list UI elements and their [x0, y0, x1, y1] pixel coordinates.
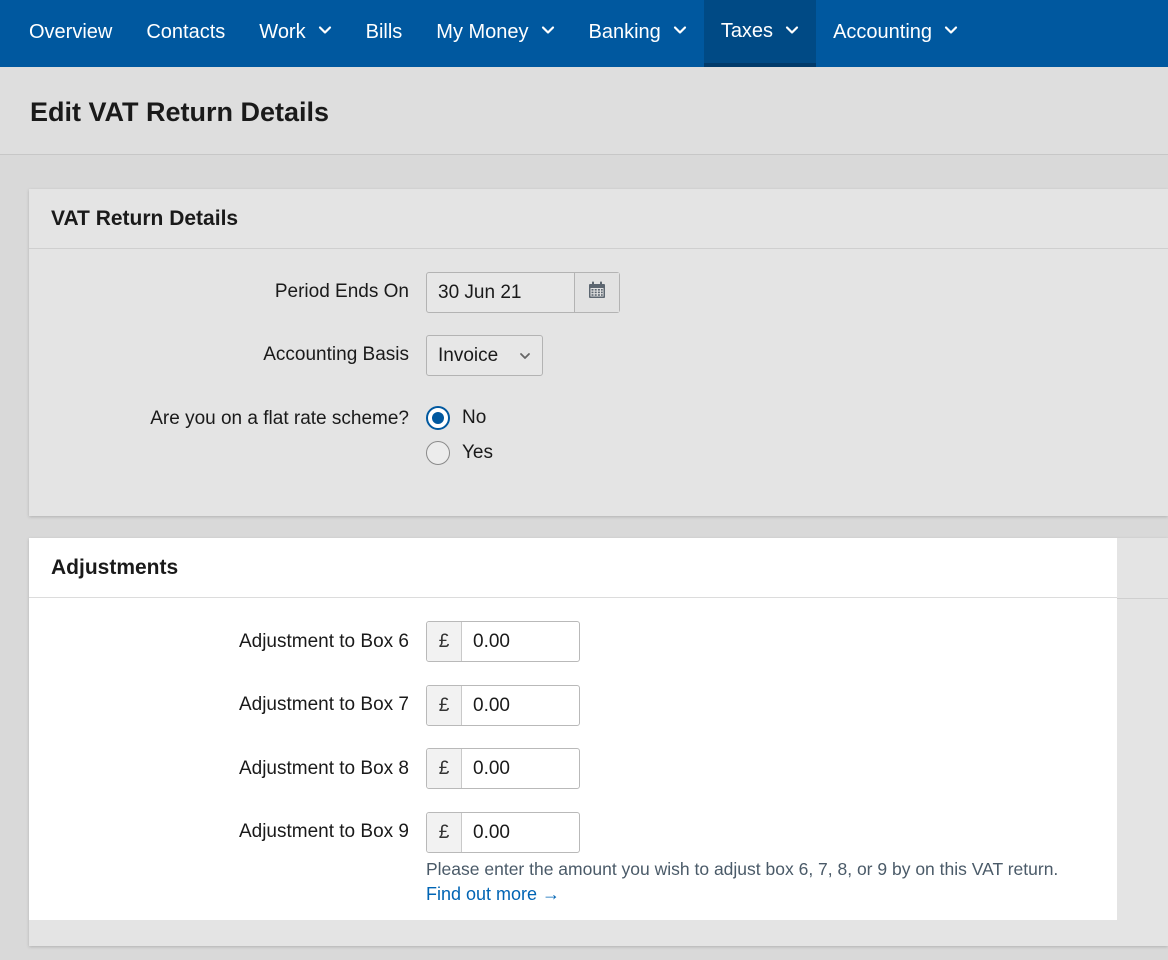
chevron-down-icon [673, 23, 687, 37]
nav-contacts[interactable]: Contacts [129, 0, 242, 64]
radio-label: Yes [462, 442, 493, 463]
panel-heading: VAT Return Details [29, 189, 1168, 249]
nav-label: Contacts [146, 20, 226, 43]
nav-my-money[interactable]: My Money [419, 0, 571, 64]
adjustment-box-8-field[interactable]: £ 0.00 [426, 748, 580, 789]
radio-label: No [462, 407, 487, 428]
adjustment-box-8-label: Adjustment to Box 8 [238, 758, 409, 779]
vat-return-details-panel: VAT Return Details [29, 189, 1168, 516]
adjustment-box-7-input[interactable]: 0.00 [462, 686, 579, 725]
divider [1117, 598, 1168, 599]
nav-label: My Money [436, 20, 529, 43]
nav-bills[interactable]: Bills [349, 0, 420, 64]
accounting-basis-select[interactable]: Invoice [426, 335, 543, 376]
flat-rate-yes-radio[interactable]: Yes [426, 441, 493, 465]
calendar-icon [587, 280, 607, 305]
flat-rate-label: Are you on a flat rate scheme? [150, 408, 409, 429]
currency-symbol: £ [427, 686, 462, 725]
adjustment-box-7-field[interactable]: £ 0.00 [426, 685, 580, 726]
calendar-button[interactable] [574, 273, 619, 312]
chevron-down-icon [318, 23, 332, 37]
chevron-down-icon [785, 23, 799, 37]
panel-heading: Adjustments [29, 538, 1117, 598]
accounting-basis-value: Invoice [438, 344, 499, 366]
adjustment-box-9-label: Adjustment to Box 9 [238, 821, 409, 842]
nav-work[interactable]: Work [242, 0, 348, 64]
radio-checked-icon[interactable] [426, 406, 450, 430]
currency-symbol: £ [427, 622, 462, 661]
page-header: Edit VAT Return Details [0, 67, 1168, 155]
nav-taxes[interactable]: Taxes [703, 0, 817, 67]
chevron-down-icon [541, 23, 555, 37]
adjustment-box-9-field[interactable]: £ 0.00 [426, 812, 580, 853]
nav-overview[interactable]: Overview [12, 0, 129, 64]
currency-symbol: £ [427, 813, 462, 852]
nav-label: Bills [365, 20, 403, 43]
period-ends-label: Period Ends On [274, 281, 409, 302]
accounting-basis-label: Accounting Basis [263, 344, 409, 365]
nav-label: Banking [588, 20, 661, 43]
period-ends-date-field[interactable]: 30 Jun 21 [426, 272, 620, 313]
period-ends-input[interactable]: 30 Jun 21 [427, 273, 574, 312]
adjustments-help-text: Please enter the amount you wish to adju… [426, 859, 1059, 879]
nav-label: Accounting [833, 20, 933, 43]
currency-symbol: £ [427, 749, 462, 788]
chevron-down-icon [518, 349, 532, 363]
adjustment-box-6-field[interactable]: £ 0.00 [426, 621, 580, 662]
nav-label: Taxes [720, 20, 774, 42]
main-navigation: Overview Contacts Work Bills My Money Ba… [0, 0, 1168, 67]
nav-banking[interactable]: Banking [572, 0, 704, 64]
nav-label: Work [259, 20, 306, 43]
adjustment-box-7-label: Adjustment to Box 7 [238, 694, 409, 715]
page-title: Edit VAT Return Details [30, 97, 330, 127]
nav-accounting[interactable]: Accounting [816, 0, 975, 64]
adjustment-box-8-input[interactable]: 0.00 [462, 749, 579, 788]
radio-unchecked-icon[interactable] [426, 441, 450, 465]
flat-rate-no-radio[interactable]: No [426, 406, 486, 430]
adjustment-box-6-input[interactable]: 0.00 [462, 622, 579, 661]
find-out-more-link[interactable]: Find out more → [426, 884, 560, 905]
nav-label: Overview [29, 20, 113, 43]
adjustment-box-9-input[interactable]: 0.00 [462, 813, 579, 852]
chevron-down-icon [944, 23, 958, 37]
adjustment-box-6-label: Adjustment to Box 6 [238, 631, 409, 652]
